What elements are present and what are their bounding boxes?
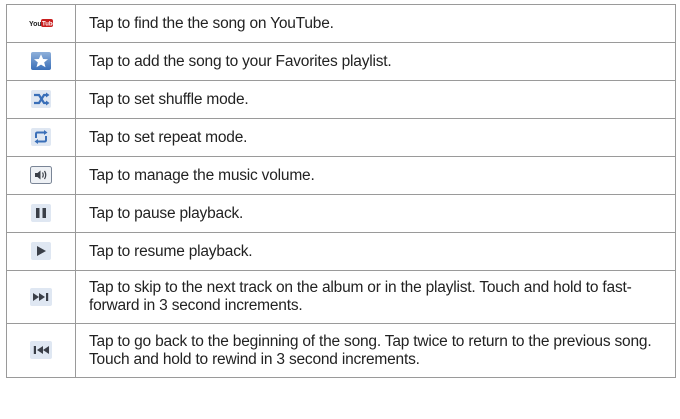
- icon-cell: You Tube: [6, 4, 76, 43]
- icon-cell: [6, 194, 76, 233]
- svg-text:Tube: Tube: [42, 22, 53, 28]
- table-row: You Tube Tap to find the the song on You…: [6, 4, 676, 43]
- table-row: Tap to set repeat mode.: [6, 118, 676, 157]
- table-row: Tap to resume playback.: [6, 232, 676, 271]
- repeat-icon: [31, 128, 51, 147]
- shuffle-icon: [31, 90, 51, 109]
- play-icon: [31, 242, 51, 261]
- row-description: Tap to set shuffle mode.: [75, 80, 676, 119]
- row-description: Tap to go back to the beginning of the s…: [75, 323, 676, 378]
- icon-description-table: You Tube Tap to find the the song on You…: [6, 4, 676, 378]
- icon-cell: [6, 270, 76, 324]
- table-row: Tap to set shuffle mode.: [6, 80, 676, 119]
- row-description: Tap to add the song to your Favorites pl…: [75, 42, 676, 81]
- row-description: Tap to find the the song on YouTube.: [75, 4, 676, 43]
- row-description: Tap to pause playback.: [75, 194, 676, 233]
- table-row: Tap to pause playback.: [6, 194, 676, 233]
- icon-cell: [6, 232, 76, 271]
- row-description: Tap to manage the music volume.: [75, 156, 676, 195]
- youtube-icon: You Tube: [29, 18, 57, 28]
- volume-icon: [30, 166, 52, 185]
- icon-cell: [6, 118, 76, 157]
- row-description: Tap to set repeat mode.: [75, 118, 676, 157]
- pause-icon: [31, 204, 51, 223]
- row-description: Tap to skip to the next track on the alb…: [75, 270, 676, 324]
- row-description: Tap to resume playback.: [75, 232, 676, 271]
- icon-cell: [6, 80, 76, 119]
- table-row: Tap to skip to the next track on the alb…: [6, 270, 676, 324]
- icon-cell: [6, 323, 76, 378]
- svg-text:You: You: [29, 21, 42, 28]
- next-track-icon: [30, 287, 52, 306]
- previous-track-icon: [30, 341, 52, 360]
- icon-cell: [6, 156, 76, 195]
- table-row: Tap to manage the music volume.: [6, 156, 676, 195]
- icon-cell: [6, 42, 76, 81]
- star-icon: [31, 52, 51, 71]
- table-row: Tap to go back to the beginning of the s…: [6, 323, 676, 378]
- table-row: Tap to add the song to your Favorites pl…: [6, 42, 676, 81]
